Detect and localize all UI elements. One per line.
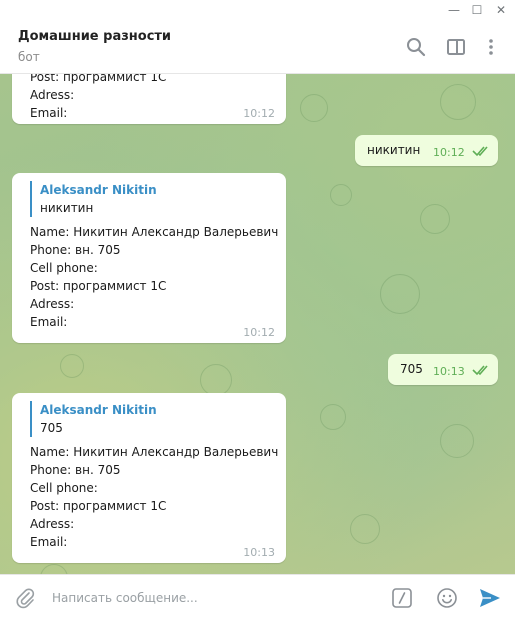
incoming-message[interactable]: Aleksandr Nikitin 705 Name: Никитин Алек… — [12, 393, 286, 563]
message-text: никитин — [367, 143, 421, 157]
message-line: Email: — [30, 315, 68, 329]
close-button[interactable]: ✕ — [490, 1, 512, 19]
message-list[interactable]: Post: программист 1С Adress: Email: 10:1… — [0, 74, 515, 574]
background-doodle — [380, 274, 420, 314]
minimize-button[interactable]: — — [443, 1, 465, 19]
outgoing-message[interactable]: никитин 10:12 — [355, 135, 498, 166]
incoming-message[interactable]: Post: программист 1С Adress: Email: 10:1… — [12, 74, 286, 124]
message-line: Adress: — [30, 88, 75, 102]
message-line: Phone: вн. 705 — [30, 243, 121, 257]
reply-author: Aleksandr Nikitin — [40, 183, 157, 197]
read-double-check-icon — [472, 146, 488, 157]
reply-quote[interactable]: Aleksandr Nikitin никитин — [30, 181, 274, 217]
message-line: Cell phone: — [30, 481, 98, 495]
message-line: Cell phone: — [30, 261, 98, 275]
message-line: Post: программист 1С — [30, 279, 167, 293]
message-time: 10:12 — [433, 146, 465, 159]
background-doodle — [440, 84, 476, 120]
background-doodle — [350, 514, 380, 544]
message-text: 705 — [400, 362, 423, 376]
reply-text: 705 — [40, 421, 63, 435]
message-line: Post: программист 1С — [30, 499, 167, 513]
chat-header[interactable]: Домашние разности бот — [0, 20, 515, 74]
message-line: Email: — [30, 106, 68, 120]
message-line: Email: — [30, 535, 68, 549]
background-doodle — [330, 184, 352, 206]
background-doodle — [440, 424, 474, 458]
incoming-message[interactable]: Aleksandr Nikitin никитин Name: Никитин … — [12, 173, 286, 343]
reply-author: Aleksandr Nikitin — [40, 403, 157, 417]
message-line: Name: Никитин Александр Валерьевич — [30, 445, 279, 459]
message-line: Name: Никитин Александр Валерьевич — [30, 225, 279, 239]
outgoing-message[interactable]: 705 10:13 — [388, 354, 498, 385]
message-line: Adress: — [30, 297, 75, 311]
maximize-button[interactable]: ☐ — [466, 1, 488, 19]
reply-quote[interactable]: Aleksandr Nikitin 705 — [30, 401, 274, 437]
send-icon[interactable] — [478, 587, 502, 609]
message-time: 10:12 — [243, 326, 275, 339]
message-time: 10:12 — [243, 107, 275, 120]
message-line: Adress: — [30, 517, 75, 531]
background-doodle — [60, 354, 84, 378]
message-time: 10:13 — [433, 365, 465, 378]
background-doodle — [40, 564, 68, 574]
background-doodle — [320, 404, 346, 430]
chat-subtitle: бот — [18, 50, 40, 64]
message-line: Phone: вн. 705 — [30, 463, 121, 477]
background-doodle — [420, 204, 450, 234]
more-vertical-icon[interactable] — [480, 36, 502, 58]
window-titlebar: — ☐ ✕ — [0, 0, 515, 20]
message-input[interactable] — [52, 588, 372, 608]
message-line: Post: программист 1С — [30, 74, 167, 84]
search-icon[interactable] — [405, 36, 427, 58]
bot-command-icon[interactable] — [391, 587, 413, 609]
chat-title[interactable]: Домашние разности — [18, 29, 171, 44]
background-doodle — [200, 364, 232, 396]
emoji-icon[interactable] — [436, 587, 458, 609]
background-doodle — [300, 94, 328, 122]
message-time: 10:13 — [243, 546, 275, 559]
reply-text: никитин — [40, 201, 94, 215]
side-panel-icon[interactable] — [445, 36, 467, 58]
read-double-check-icon — [472, 365, 488, 376]
message-composer — [0, 574, 515, 620]
paperclip-icon[interactable] — [14, 587, 36, 609]
